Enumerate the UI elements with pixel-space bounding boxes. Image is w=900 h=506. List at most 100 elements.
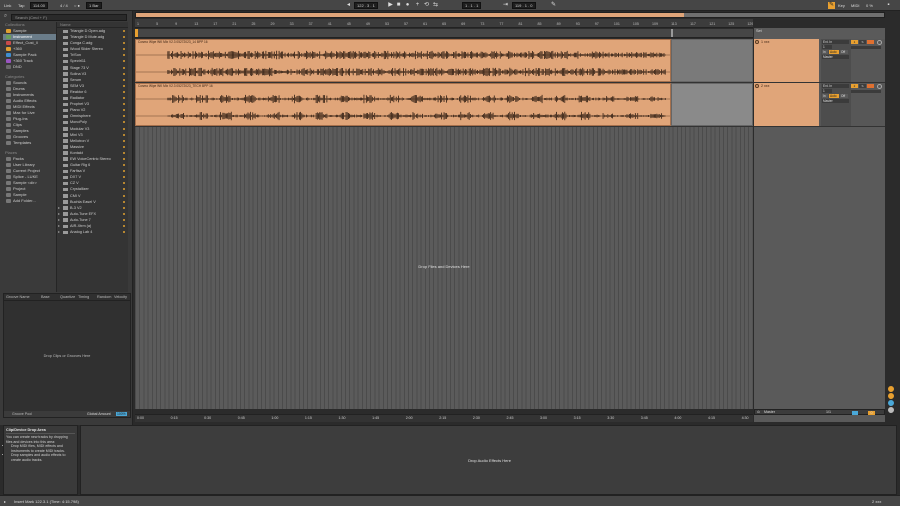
master-fold-icon[interactable]: ⊙ — [757, 410, 760, 415]
expand-arrow-icon[interactable]: ▸ — [58, 223, 60, 229]
automation-arm-icon[interactable]: ⟲ — [423, 2, 430, 9]
output-select[interactable]: Master — [822, 55, 849, 59]
expand-arrow-icon[interactable]: ▸ — [58, 217, 60, 223]
plugin-icon — [63, 72, 68, 76]
master-cue-button[interactable] — [852, 410, 858, 415]
sends-toggle-icon[interactable] — [888, 393, 894, 399]
track-lane-2[interactable]: Cosmo Wipe WK Mix V2.3 05272023_TECH BPP… — [135, 83, 753, 127]
expand-arrow-icon[interactable]: ▸ — [58, 211, 60, 217]
loop-end-marker[interactable] — [671, 29, 673, 37]
track-name-block[interactable]: 1 xxx — [754, 39, 819, 82]
monitor-off-button[interactable]: Off — [840, 94, 848, 98]
input-channel-select[interactable]: 1 — [822, 45, 832, 49]
expand-arrow-icon[interactable]: ▸ — [58, 229, 60, 235]
category-item[interactable]: Templates — [3, 140, 56, 146]
arrangement-overview[interactable] — [135, 12, 885, 18]
audio-clip-1[interactable]: Cosmo Wipe WK Mix V2.3 05272023_14 BPP 1… — [135, 39, 671, 82]
mixer-toggle-icon[interactable] — [888, 407, 894, 413]
stop-icon[interactable]: ■ — [395, 2, 402, 9]
edit-pencil-icon[interactable]: ✎ — [828, 2, 835, 9]
device-drop-area[interactable]: Drop Audio Effects Here — [81, 458, 898, 463]
groove-drop-area[interactable]: Drop Clips or Grooves Here — [4, 354, 130, 358]
category-icon — [6, 111, 11, 115]
track-lane-1[interactable]: Cosmo Wipe WK Mix V2.3 05272023_14 BPP 1… — [135, 39, 753, 83]
groove-timing-column[interactable]: Timing — [78, 295, 89, 299]
tap-tempo-button[interactable]: Tap — [18, 3, 24, 8]
monitor-in-button[interactable]: In — [822, 94, 828, 98]
groove-quantize-column[interactable]: Quantize — [60, 295, 75, 299]
play-icon[interactable]: ▶ — [387, 2, 394, 9]
groove-name-column[interactable]: Groove Name — [6, 295, 30, 299]
input-type-select[interactable]: Ext. In — [822, 84, 849, 88]
global-amount-value[interactable]: 100% — [116, 412, 127, 416]
track-options-icon[interactable] — [877, 40, 882, 45]
master-label[interactable]: Master — [764, 410, 775, 415]
audio-clip-2[interactable]: Cosmo Wipe WK Mix V2.3 05272023_TECH BPP… — [135, 83, 671, 126]
locator-bar[interactable] — [135, 29, 753, 38]
loop-toggle-icon[interactable]: ⇆ — [432, 2, 439, 9]
loop-start-marker[interactable] — [135, 29, 138, 37]
track-fold-icon[interactable] — [755, 84, 759, 88]
groove-base-column[interactable]: Base — [41, 295, 50, 299]
track-header-2[interactable]: 2 xxx Ext. In 1 In Auto Off Master 2 S — [754, 83, 885, 127]
arrangement-lanes[interactable]: Cosmo Wipe WK Mix V2.3 05272023_14 BPP 1… — [135, 39, 753, 409]
beat-time-ruler[interactable]: 1 5 9 13 17 21 25 29 33 37 41 45 49 53 57 61 65 69 73 77 81 8… — [135, 19, 753, 28]
follow-icon[interactable]: ◂ — [345, 2, 352, 9]
metronome-dots[interactable]: ○ ● — [74, 3, 80, 8]
track-activator-button[interactable]: 2 — [851, 84, 858, 88]
info-toggle-icon[interactable]: ▸ — [4, 499, 6, 504]
punch-in-icon[interactable]: ⇥ — [502, 2, 509, 9]
color-tag-icon — [6, 65, 11, 69]
track-options-icon[interactable] — [877, 84, 882, 89]
browser-search-input[interactable]: Search (Cmd + F) — [11, 14, 127, 21]
overdub-icon[interactable]: + — [414, 2, 421, 9]
device-view[interactable]: Drop Audio Effects Here — [80, 425, 897, 495]
tempo-field[interactable]: 114.00 — [30, 2, 48, 9]
monitor-auto-button[interactable]: Auto — [829, 50, 839, 54]
master-activator-button[interactable]: 0 — [868, 410, 875, 415]
track-name-block[interactable]: 2 xxx — [754, 83, 819, 126]
monitor-in-button[interactable]: In — [822, 50, 828, 54]
key-map-button[interactable]: Key — [838, 3, 845, 8]
link-button[interactable]: Link — [4, 3, 11, 8]
draw-mode-icon[interactable]: ✎ — [550, 2, 557, 9]
record-icon[interactable]: ● — [404, 2, 411, 9]
returns-toggle-icon[interactable] — [888, 400, 894, 406]
solo-button[interactable]: S — [859, 84, 866, 88]
input-channel-select[interactable]: 1 — [822, 89, 832, 93]
groove-random-column[interactable]: Random — [97, 295, 111, 299]
output-select[interactable]: Master — [822, 99, 849, 103]
status-bar: ▸ Insert Mark 122.3.1 (Time: 4:15.798) 2… — [0, 495, 900, 506]
browser-item-label: TriSon — [70, 53, 82, 58]
arm-button[interactable] — [867, 40, 874, 44]
expand-arrow-icon[interactable]: ▸ — [58, 205, 60, 211]
master-ratio[interactable]: 1/1 — [826, 410, 831, 415]
solo-button[interactable]: S — [859, 40, 866, 44]
track-name[interactable]: 1 xxx — [761, 40, 769, 44]
monitor-auto-button[interactable]: Auto — [829, 94, 839, 98]
midi-map-button[interactable]: MIDI — [851, 3, 859, 8]
arrangement-drop-area[interactable]: Drop Files and Devices Here — [135, 264, 753, 269]
time-ruler[interactable]: 0:00 0:15 0:30 0:45 1:00 1:15 1:30 1:45 2:00 2:15… — [135, 414, 753, 422]
selected-track-label[interactable]: 2 xxx — [872, 499, 881, 504]
place-item[interactable]: Add Folder... — [3, 198, 56, 204]
browser-item[interactable]: ▸ Analog Lab 4 — [57, 229, 128, 235]
category-icon — [6, 117, 11, 121]
song-position-field[interactable]: 122 . 3 . 1 — [354, 2, 378, 9]
place-label: User Library — [13, 162, 35, 167]
loop-start-field[interactable]: 1 . 1 . 1 — [462, 2, 482, 9]
track-name[interactable]: 2 xxx — [761, 84, 769, 88]
groove-velocity-column[interactable]: Velocity — [114, 295, 127, 299]
time-signature-field[interactable]: 4 / 4 — [60, 3, 68, 8]
monitor-off-button[interactable]: Off — [840, 50, 848, 54]
loop-length-field[interactable]: 119 . 1 . 0 — [512, 2, 536, 9]
collection-item[interactable]: DND — [3, 64, 56, 70]
input-type-select[interactable]: Ext. In — [822, 40, 849, 44]
track-activator-button[interactable]: 1 — [851, 40, 858, 44]
track-header-1[interactable]: 1 xxx Ext. In 1 In Auto Off Master 1 S — [754, 39, 885, 83]
master-track-header[interactable]: ⊙ Master 1/1 0 — [754, 409, 885, 415]
quantize-select[interactable]: 1 Bar — [86, 2, 102, 9]
arm-button[interactable] — [867, 84, 874, 88]
io-toggle-icon[interactable] — [888, 386, 894, 392]
track-fold-icon[interactable] — [755, 40, 759, 44]
